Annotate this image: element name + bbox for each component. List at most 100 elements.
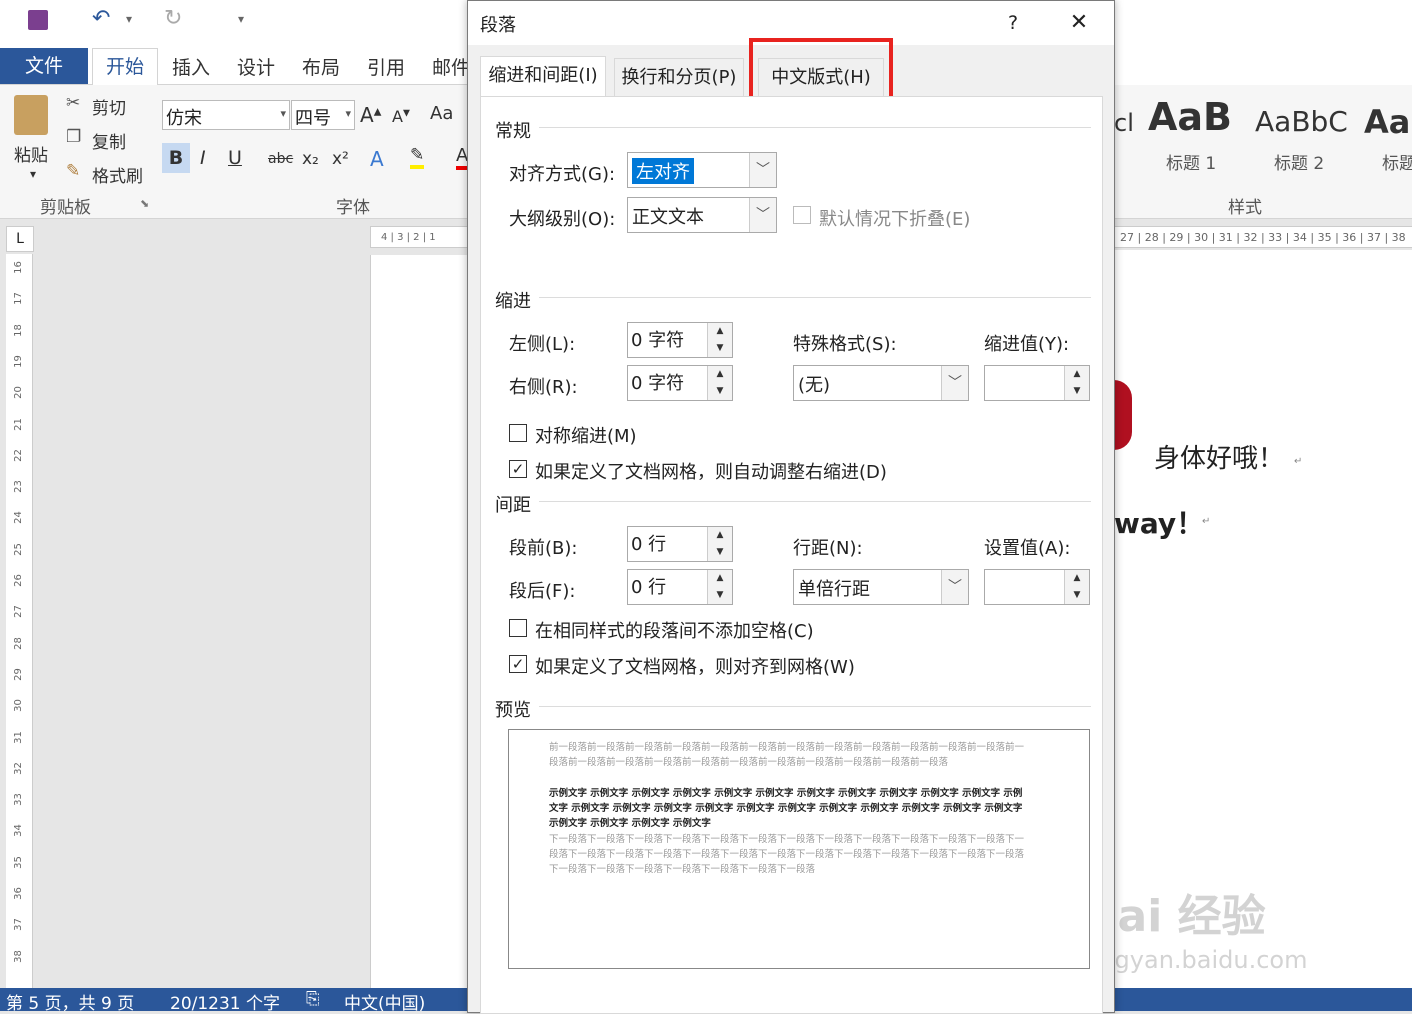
paste-dropdown-icon[interactable]: ▾ — [30, 167, 36, 181]
style-heading1-sample[interactable]: AaB — [1148, 95, 1232, 139]
status-language[interactable]: 中文(中国) — [344, 989, 425, 1014]
alignment-label: 对齐方式(G): — [509, 164, 616, 185]
font-size-combo[interactable]: 四号 ▾ — [291, 100, 355, 130]
styles-group-label: 样式 — [1228, 198, 1262, 218]
vertical-ruler-tick: 36 — [12, 887, 24, 900]
change-case-button[interactable]: Aa — [430, 103, 453, 124]
spacing-after-label: 段后(F): — [509, 581, 576, 602]
underline-button[interactable]: U — [228, 147, 242, 169]
spacing-before-label: 段前(B): — [509, 538, 578, 559]
mirror-indents-checkbox[interactable] — [509, 424, 527, 442]
indent-left-spinner[interactable]: 0 字符 ▲ ▼ — [627, 322, 733, 358]
spin-down-icon[interactable]: ▼ — [1064, 383, 1089, 400]
help-button[interactable]: ? — [998, 9, 1028, 37]
spin-down-icon[interactable]: ▼ — [707, 340, 732, 357]
tab-layout[interactable]: 布局 — [302, 52, 340, 84]
tab-line-page-breaks[interactable]: 换行和分页(P) — [614, 58, 744, 97]
tab-mailings[interactable]: 邮件 — [432, 52, 470, 84]
shrink-font-icon[interactable]: A▼ — [392, 107, 410, 126]
document-page[interactable]: 身体好哦！ ↵ way！ ↵ — [1114, 250, 1412, 988]
mirror-indents-label: 对称缩进(M) — [535, 426, 637, 447]
spin-up-icon[interactable]: ▲ — [1064, 366, 1089, 384]
spin-down-icon[interactable]: ▼ — [707, 383, 732, 400]
font-name-combo[interactable]: 仿宋 ▾ — [162, 100, 290, 130]
vertical-ruler-tick: 25 — [12, 542, 24, 556]
line-spacing-select[interactable]: 单倍行距 ﹀ — [793, 569, 969, 605]
collapse-checkbox[interactable] — [793, 206, 811, 224]
status-page[interactable]: 第 5 页，共 9 页 — [6, 989, 134, 1014]
clipboard-group-label: 剪贴板 — [40, 198, 91, 218]
font-size-dropdown-icon[interactable]: ▾ — [345, 107, 351, 120]
outline-level-select[interactable]: 正文文本 ﹀ — [627, 197, 777, 233]
bold-button[interactable]: B — [162, 143, 190, 173]
collapse-label: 默认情况下折叠(E) — [819, 209, 971, 230]
vertical-ruler-tick: 21 — [12, 417, 24, 431]
format-painter-icon: ✎ — [66, 161, 81, 181]
font-name-dropdown-icon[interactable]: ▾ — [280, 107, 286, 120]
status-word-count[interactable]: 20/1231 个字 — [170, 989, 280, 1014]
cut-button[interactable]: 剪切 — [92, 94, 126, 119]
redo-icon[interactable]: ↻ — [164, 6, 182, 31]
at-spinner[interactable]: ▲ ▼ — [984, 569, 1090, 605]
spin-down-icon[interactable]: ▼ — [707, 587, 732, 604]
grow-font-icon[interactable]: A▲ — [360, 103, 381, 127]
style-title-sample[interactable]: AaI — [1364, 103, 1412, 141]
style-heading2-sample[interactable]: AaBbC — [1255, 105, 1348, 138]
tab-design[interactable]: 设计 — [237, 52, 275, 84]
spin-up-icon[interactable]: ▲ — [1064, 570, 1089, 588]
close-button[interactable]: ✕ — [1064, 9, 1094, 37]
paste-icon[interactable] — [14, 95, 48, 135]
chevron-down-icon[interactable]: ﹀ — [749, 153, 776, 187]
spin-down-icon[interactable]: ▼ — [707, 544, 732, 561]
no-space-checkbox[interactable] — [509, 619, 527, 637]
style-title-label: 标题 — [1382, 154, 1412, 174]
spacing-after-value: 0 行 — [631, 577, 667, 598]
indent-right-spinner[interactable]: 0 字符 ▲ ▼ — [627, 365, 733, 401]
indent-by-spinner[interactable]: ▲ ▼ — [984, 365, 1090, 401]
chevron-down-icon[interactable]: ﹀ — [749, 198, 776, 232]
undo-icon[interactable]: ↶ — [92, 6, 110, 31]
strikethrough-button[interactable]: abc — [268, 151, 293, 167]
tab-home[interactable]: 开始 — [92, 48, 158, 85]
tab-file[interactable]: 文件 — [0, 48, 88, 84]
chevron-down-icon[interactable]: ﹀ — [941, 570, 968, 604]
outline-level-label: 大纲级别(O): — [509, 209, 616, 230]
clipboard-launcher-icon[interactable]: ⬊ — [140, 197, 149, 210]
spin-up-icon[interactable]: ▲ — [707, 323, 732, 341]
format-painter-button[interactable]: 格式刷 — [92, 162, 143, 187]
spin-down-icon[interactable]: ▼ — [1064, 587, 1089, 604]
paste-button[interactable]: 粘贴 — [14, 141, 48, 166]
customize-qat-icon[interactable]: ▾ — [238, 12, 244, 26]
style-normal-sample[interactable]: cl — [1114, 109, 1134, 137]
preview-sample-text: 示例文字 示例文字 示例文字 示例文字 示例文字 示例文字 示例文字 示例文字 … — [549, 788, 1023, 829]
tab-insert[interactable]: 插入 — [172, 52, 210, 84]
spin-up-icon[interactable]: ▲ — [707, 366, 732, 384]
highlight-icon[interactable]: ✎ — [410, 145, 425, 169]
tab-references[interactable]: 引用 — [367, 52, 405, 84]
indent-left-label: 左侧(L): — [509, 334, 576, 355]
spin-up-icon[interactable]: ▲ — [707, 527, 732, 545]
superscript-button[interactable]: x² — [332, 149, 349, 169]
undo-dropdown-icon[interactable]: ▾ — [126, 12, 132, 26]
special-select[interactable]: (无) ﹀ — [793, 365, 969, 401]
copy-button[interactable]: 复制 — [92, 128, 126, 153]
text-effects-icon[interactable]: A — [370, 147, 384, 171]
cut-icon: ✂ — [66, 93, 81, 113]
tab-selector-icon[interactable]: L — [6, 226, 34, 252]
chevron-down-icon[interactable]: ﹀ — [941, 366, 968, 400]
indent-right-label: 右侧(R): — [509, 377, 578, 398]
save-icon[interactable] — [28, 10, 48, 30]
italic-button[interactable]: I — [200, 147, 206, 169]
vertical-ruler-tick: 23 — [12, 480, 24, 493]
vertical-ruler-tick: 32 — [12, 761, 24, 775]
proofing-icon[interactable]: ⎘ — [306, 989, 320, 1009]
vertical-ruler-tick: 29 — [12, 668, 24, 681]
alignment-select[interactable]: 左对齐 ﹀ — [627, 152, 777, 188]
auto-adjust-checkbox[interactable]: ✓ — [509, 460, 527, 478]
snap-to-grid-checkbox[interactable]: ✓ — [509, 655, 527, 673]
spacing-before-spinner[interactable]: 0 行 ▲ ▼ — [627, 526, 733, 562]
spin-up-icon[interactable]: ▲ — [707, 570, 732, 588]
subscript-button[interactable]: x₂ — [302, 149, 319, 169]
spacing-after-spinner[interactable]: 0 行 ▲ ▼ — [627, 569, 733, 605]
tab-indents-spacing[interactable]: 缩进和间距(I) — [480, 56, 606, 99]
